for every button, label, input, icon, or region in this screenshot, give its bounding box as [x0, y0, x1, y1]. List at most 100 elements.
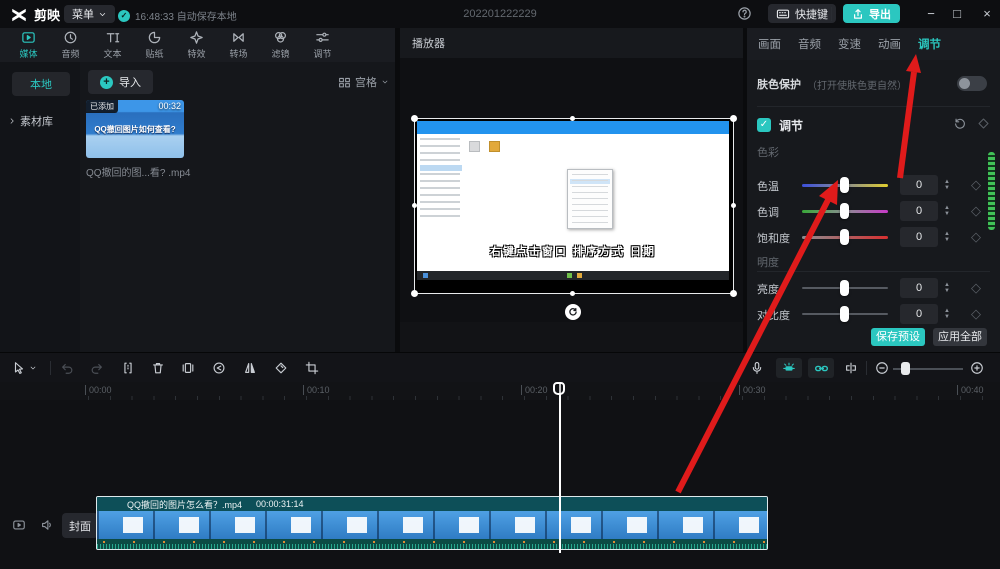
stepper[interactable]: ▲ ▼ [942, 228, 952, 246]
minimize-button[interactable]: − [922, 6, 940, 21]
tab-picture[interactable]: 画面 [758, 36, 781, 52]
tab-sticker[interactable]: 贴纸 [138, 30, 171, 60]
split-button[interactable] [117, 357, 139, 379]
media-duration: 00:32 [158, 101, 181, 111]
link-icon [814, 365, 828, 371]
reverse-button[interactable] [208, 357, 230, 379]
timeline-clip[interactable]: QQ撤回的图片怎么看？.mp4 00:00:31:14 [96, 496, 768, 550]
tab-media[interactable]: 媒体 [12, 30, 45, 60]
menu-button[interactable]: 菜单 [64, 5, 115, 23]
shortcuts-button[interactable]: 快捷键 [768, 4, 836, 23]
stepper[interactable]: ▲ ▼ [942, 176, 952, 194]
skin-protect-toggle[interactable] [957, 76, 987, 91]
contrast-slider-thumb[interactable] [840, 306, 849, 322]
keyframe-icon[interactable] [977, 117, 990, 130]
keyframe-icon[interactable]: ◇ [971, 177, 981, 193]
temperature-slider-thumb[interactable] [840, 177, 849, 193]
redo-button[interactable] [86, 357, 108, 379]
import-button[interactable]: + 导入 [88, 70, 153, 94]
cover-button[interactable]: 封面 [62, 513, 98, 538]
stepper[interactable]: ▲ ▼ [942, 305, 952, 323]
sticker-icon [148, 31, 161, 44]
tab-adjustment[interactable]: 调节 [918, 36, 941, 52]
tab-effects[interactable]: 特效 [180, 30, 213, 60]
tab-filter[interactable]: 滤镜 [264, 30, 297, 60]
zoom-out-icon [876, 362, 888, 374]
saturation-slider-thumb[interactable] [840, 229, 849, 245]
media-item[interactable]: 已添加 00:32 QQ撤回图片如何查看? QQ撤回的图...看? .mp4 [86, 100, 190, 179]
selection-handle[interactable] [570, 116, 575, 121]
video-subtitle: 右键点击窗口 排序方式 日期 [489, 246, 657, 258]
auto-snap-link-button[interactable] [808, 358, 834, 378]
save-preset-button[interactable]: 保存预设 [871, 328, 925, 346]
timeline-ruler[interactable]: 00:00 00:10 00:20 00:30 00:40 [0, 382, 1000, 400]
saturation-value[interactable]: 0 [900, 227, 938, 247]
playhead-handle[interactable] [553, 382, 565, 395]
stepper[interactable]: ▲ ▼ [942, 202, 952, 220]
export-button[interactable]: 导出 [843, 4, 900, 23]
rotate-button[interactable] [270, 357, 292, 379]
view-mode-control[interactable]: 宫格 [338, 74, 389, 90]
media-sidebar: 本地 素材库 [0, 62, 80, 352]
adjust-group-header: ✓ 调节 [757, 116, 990, 134]
tint-value[interactable]: 0 [900, 201, 938, 221]
timeline-zoom-thumb[interactable] [901, 362, 910, 375]
delete-button[interactable] [147, 357, 169, 379]
contrast-value[interactable]: 0 [900, 304, 938, 324]
tab-text[interactable]: 文本 [96, 30, 129, 60]
selection-handle[interactable] [731, 203, 736, 208]
preview-axis-button[interactable] [840, 357, 862, 379]
grid-view-icon [339, 77, 350, 87]
rotate-handle[interactable] [565, 304, 581, 320]
tab-animation[interactable]: 动画 [878, 36, 901, 52]
undo-button[interactable] [56, 357, 78, 379]
reset-icon[interactable] [953, 117, 967, 131]
keyframe-icon[interactable]: ◇ [971, 306, 981, 322]
media-content: + 导入 宫格 已添加 00:32 QQ撤回图片如何查看? QQ撤回的图...看… [80, 62, 397, 352]
tab-speed[interactable]: 变速 [838, 36, 861, 52]
apply-all-button[interactable]: 应用全部 [933, 328, 987, 346]
crop-button[interactable] [301, 357, 323, 379]
maximize-button[interactable]: □ [948, 6, 966, 21]
mirror-button[interactable] [239, 357, 261, 379]
keyframe-icon[interactable]: ◇ [971, 280, 981, 296]
brightness-value[interactable]: 0 [900, 278, 938, 298]
select-tool-dropdown[interactable] [27, 357, 39, 379]
zoom-in-button[interactable] [966, 357, 988, 379]
keyframe-icon[interactable]: ◇ [971, 203, 981, 219]
record-voice-button[interactable] [746, 357, 768, 379]
tab-adjust[interactable]: 调节 [306, 30, 339, 60]
selection-handle[interactable] [570, 291, 575, 296]
selection-handle[interactable] [730, 290, 737, 297]
main-track-magnet-button[interactable] [776, 358, 802, 378]
tab-transition[interactable]: 转场 [222, 30, 255, 60]
help-button[interactable] [737, 6, 752, 21]
tab-audio-settings[interactable]: 音频 [798, 36, 821, 52]
freeze-frame-button[interactable] [177, 357, 199, 379]
video-preview[interactable]: 右键点击窗口 排序方式 日期 [411, 115, 737, 297]
tint-slider-thumb[interactable] [840, 203, 849, 219]
sidebar-item-local[interactable]: 本地 [12, 72, 70, 96]
media-thumbnail: 已添加 00:32 QQ撤回图片如何查看? [86, 100, 184, 158]
video-sidebar-selection [420, 165, 462, 171]
selection-handle[interactable] [412, 203, 417, 208]
temperature-value[interactable]: 0 [900, 175, 938, 195]
plus-icon: + [100, 75, 113, 89]
stepper[interactable]: ▲ ▼ [942, 279, 952, 297]
brightness-slider-thumb[interactable] [840, 280, 849, 296]
selection-handle[interactable] [411, 115, 418, 122]
selection-handle[interactable] [411, 290, 418, 297]
selection-handle[interactable] [730, 115, 737, 122]
track-mute-button[interactable] [40, 518, 54, 532]
video-window-titlebar [417, 121, 729, 134]
chevron-down-icon [99, 12, 106, 16]
tab-audio[interactable]: 音频 [54, 30, 87, 60]
zoom-in-icon [971, 362, 983, 374]
keyframe-icon[interactable]: ◇ [971, 229, 981, 245]
sidebar-item-library[interactable]: 素材库 [8, 110, 78, 132]
adjust-checkbox[interactable]: ✓ [757, 118, 771, 132]
close-button[interactable]: × [978, 6, 996, 21]
clip-filmstrip [97, 511, 767, 539]
zoom-out-button[interactable] [871, 357, 893, 379]
panel-scrollbar[interactable] [988, 152, 995, 230]
